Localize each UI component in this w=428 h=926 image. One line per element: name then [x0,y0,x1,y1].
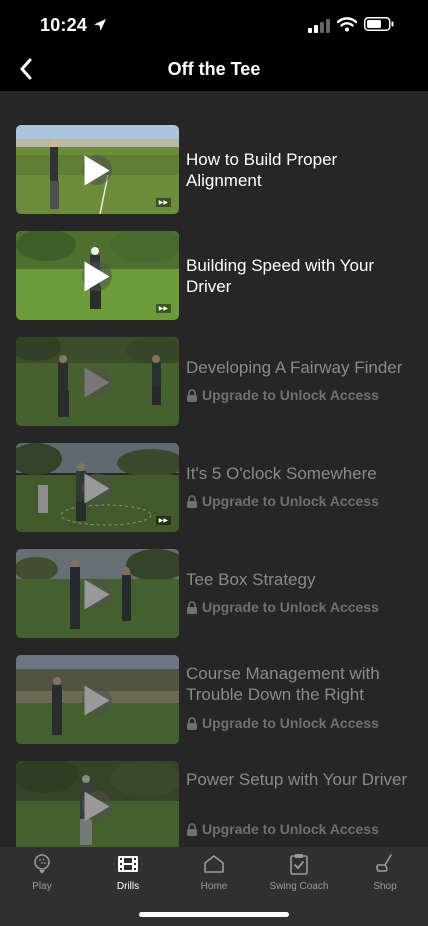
wifi-icon [337,17,357,32]
play-icon [82,685,112,715]
video-thumbnail[interactable]: ▶▶ [16,231,179,320]
golf-club-icon [376,854,392,872]
page-title: Off the Tee [167,59,261,79]
upgrade-lock-label[interactable]: Upgrade to Unlock Access [186,493,379,509]
cellular-signal-icon [308,19,330,33]
play-icon [82,579,112,609]
upgrade-lock-label[interactable]: Upgrade to Unlock Access [186,821,379,837]
upgrade-lock-label[interactable]: Upgrade to Unlock Access [186,599,379,615]
video-title: It's 5 O'clock Somewhere [186,464,377,483]
video-thumbnail[interactable] [16,337,179,426]
video-row[interactable]: ▶▶ How to Build Proper Alignment [0,125,428,217]
lock-icon [187,600,197,614]
upgrade-text: Upgrade to Unlock Access [202,821,379,837]
battery-icon [364,17,394,31]
location-arrow-icon [94,19,106,31]
play-icon [82,473,112,503]
play-icon [82,367,112,397]
play-icon [82,155,112,185]
play-icon [82,261,112,291]
tab-shop[interactable]: Shop [345,853,425,897]
video-title: Course Management with Trouble Down the … [186,664,380,704]
tab-play[interactable]: Play [2,853,82,897]
drill-video-list[interactable]: ▶▶ How to Build Proper Alignment ▶▶ Buil… [0,91,428,847]
tab-drills[interactable]: Drills [88,853,168,897]
play-icon [82,791,112,821]
film-icon [118,856,138,872]
tab-label: Drills [116,881,140,892]
upgrade-lock-label[interactable]: Upgrade to Unlock Access [186,387,379,403]
logo-badge: ▶▶ [155,516,171,525]
video-title: Power Setup with Your Driver [186,770,408,789]
tab-label: Home [200,881,228,892]
tab-label: Play [32,881,52,892]
upgrade-text: Upgrade to Unlock Access [202,715,379,731]
video-title: Tee Box Strategy [186,570,316,589]
upgrade-text: Upgrade to Unlock Access [202,387,379,403]
video-thumbnail[interactable]: ▶▶ [16,125,179,214]
clipboard-check-icon [290,854,308,875]
lock-icon [187,716,197,730]
upgrade-text: Upgrade to Unlock Access [202,599,379,615]
home-indicator[interactable] [139,912,289,917]
status-bar: 10:24 [0,0,428,48]
video-row[interactable]: Power Setup with Your Driver Upgrade to … [0,761,428,847]
golf-ball-icon [34,854,50,873]
navigation-bar: Off the Tee [0,48,428,91]
video-row[interactable]: ▶▶ It's 5 O'clock Somewhere Upgrade to U… [0,443,428,535]
logo-badge: ▶▶ [155,198,171,207]
video-thumbnail[interactable] [16,655,179,744]
tab-home[interactable]: Home [174,853,254,897]
lock-icon [187,494,197,508]
logo-badge: ▶▶ [155,304,171,313]
video-title: Building Speed with Your Driver [186,256,375,296]
lock-icon [187,388,197,402]
video-thumbnail[interactable]: ▶▶ [16,443,179,532]
tab-swing-coach[interactable]: Swing Coach [259,853,339,897]
tab-label: Shop [373,881,397,892]
video-title: How to Build Proper Alignment [186,150,338,190]
video-row[interactable]: Developing A Fairway Finder Upgrade to U… [0,337,428,429]
video-thumbnail[interactable] [16,761,179,847]
video-thumbnail[interactable] [16,549,179,638]
home-icon [204,855,224,873]
video-row[interactable]: Course Management with Trouble Down the … [0,655,428,747]
upgrade-text: Upgrade to Unlock Access [202,493,379,509]
status-time: 10:24 [40,15,88,35]
video-title: Developing A Fairway Finder [186,358,403,377]
video-row[interactable]: Tee Box Strategy Upgrade to Unlock Acces… [0,549,428,641]
lock-icon [187,822,197,836]
video-row[interactable]: ▶▶ Building Speed with Your Driver [0,231,428,323]
tab-label: Swing Coach [269,881,329,892]
upgrade-lock-label[interactable]: Upgrade to Unlock Access [186,715,379,731]
